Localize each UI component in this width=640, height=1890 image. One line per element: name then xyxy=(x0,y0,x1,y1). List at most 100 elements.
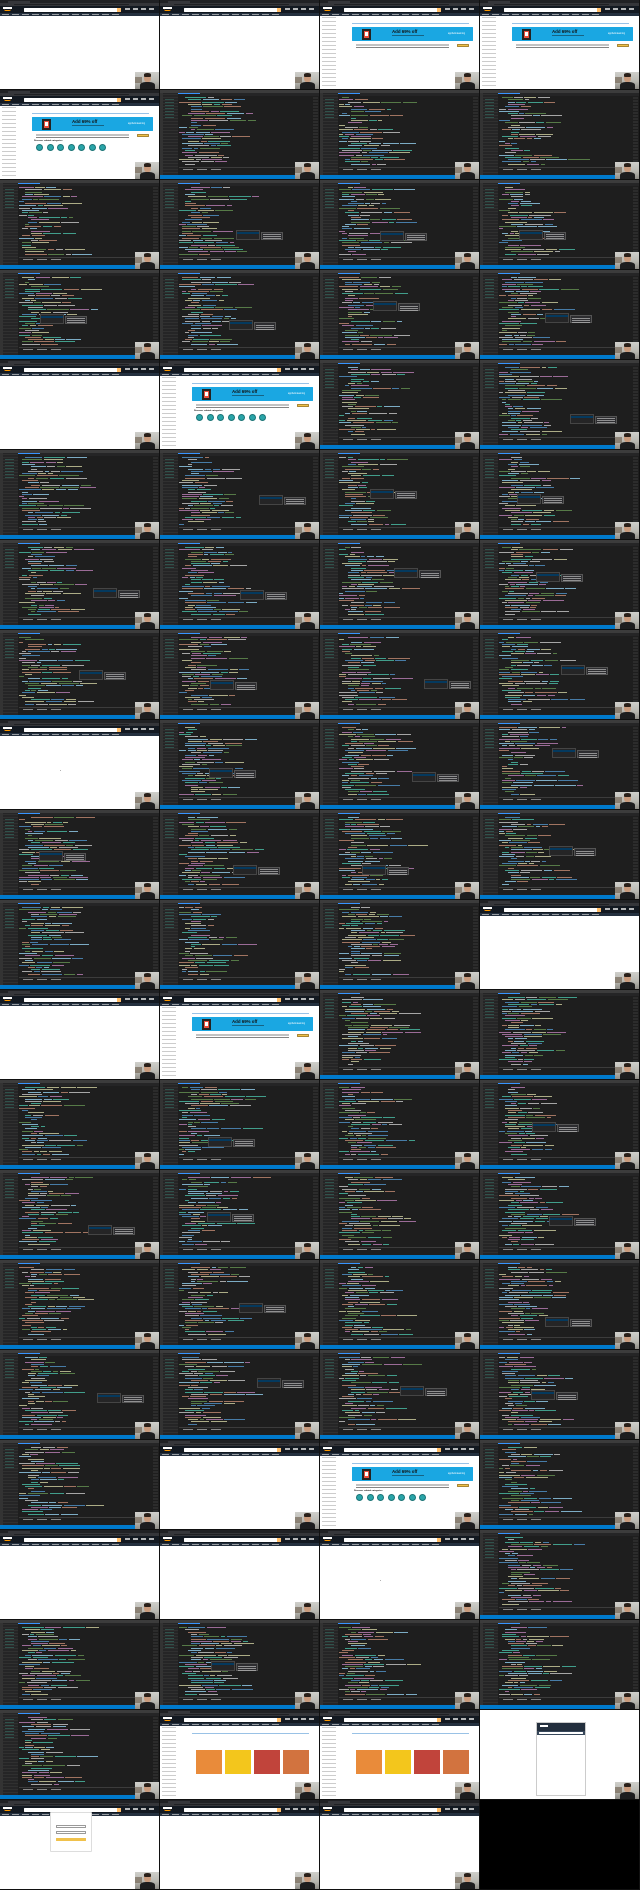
panel-tab-problems[interactable] xyxy=(23,259,33,260)
panel-tab-problems[interactable] xyxy=(23,349,33,350)
minimap[interactable] xyxy=(633,97,638,167)
store-search-input[interactable] xyxy=(24,367,121,372)
account-links[interactable] xyxy=(285,8,315,10)
minimap[interactable] xyxy=(153,1177,158,1247)
minimap[interactable] xyxy=(313,457,318,527)
panel-tab-problems[interactable] xyxy=(343,349,353,350)
editor-tabs[interactable] xyxy=(338,363,479,367)
panel-tab-terminal[interactable] xyxy=(371,709,381,710)
panel-tab-output[interactable] xyxy=(37,619,47,620)
minimap[interactable] xyxy=(153,1267,158,1337)
file-explorer[interactable] xyxy=(323,1173,338,1255)
autocomplete-selected-item[interactable] xyxy=(94,590,117,593)
panel-tab-problems[interactable] xyxy=(343,529,353,530)
minimap[interactable] xyxy=(153,1087,158,1157)
editor-tabs[interactable] xyxy=(178,903,319,907)
panel-tab-problems[interactable] xyxy=(343,979,353,980)
panel-tab-problems[interactable] xyxy=(183,889,193,890)
category-circle[interactable] xyxy=(36,144,43,151)
category-circle[interactable] xyxy=(227,414,235,421)
file-explorer[interactable] xyxy=(3,633,18,715)
minimap[interactable] xyxy=(473,1267,478,1337)
editor-tabs[interactable] xyxy=(18,903,159,907)
code-editor[interactable] xyxy=(499,97,633,167)
promo-banner[interactable]: Add 69% off apphelmlearning xyxy=(32,117,153,131)
editor-tabs[interactable] xyxy=(498,1173,639,1177)
autocomplete-popup[interactable] xyxy=(40,313,65,324)
panel-tab-problems[interactable] xyxy=(343,889,353,890)
panel-tab-terminal[interactable] xyxy=(211,889,221,890)
autocomplete-selected-item[interactable] xyxy=(395,570,418,573)
code-editor[interactable] xyxy=(339,817,473,887)
file-explorer[interactable] xyxy=(163,93,178,175)
autocomplete-popup[interactable] xyxy=(411,771,436,782)
category-circle[interactable] xyxy=(99,144,106,151)
cta-button[interactable] xyxy=(457,44,469,47)
panel-tab-output[interactable] xyxy=(357,259,367,260)
category-circle[interactable] xyxy=(88,144,96,151)
code-editor[interactable] xyxy=(179,1357,313,1427)
panel-tab-output[interactable] xyxy=(197,1249,207,1250)
panel-tab-terminal[interactable] xyxy=(211,1339,221,1340)
panel-tab-problems[interactable] xyxy=(23,1159,33,1160)
category-sidebar[interactable] xyxy=(320,16,342,89)
panel-tab-output[interactable] xyxy=(197,1339,207,1340)
minimap[interactable] xyxy=(313,727,318,797)
editor-tabs[interactable] xyxy=(498,1263,639,1267)
panel-tab-output[interactable] xyxy=(37,709,47,710)
category-circle[interactable] xyxy=(46,144,54,151)
file-explorer[interactable] xyxy=(483,363,498,445)
code-editor[interactable] xyxy=(339,277,473,347)
autocomplete-selected-item[interactable] xyxy=(363,867,386,870)
file-explorer[interactable] xyxy=(323,273,338,355)
editor-tabs[interactable] xyxy=(18,1173,159,1177)
code-editor[interactable] xyxy=(339,907,473,977)
panel-tab-terminal[interactable] xyxy=(51,889,61,890)
autocomplete-selected-item[interactable] xyxy=(425,680,448,683)
category-circle[interactable] xyxy=(67,144,75,151)
autocomplete-selected-item[interactable] xyxy=(40,852,63,855)
panel-tab-terminal[interactable] xyxy=(531,1339,541,1340)
panel-tab-problems[interactable] xyxy=(183,709,193,710)
autocomplete-selected-item[interactable] xyxy=(562,666,585,669)
store-search-input[interactable] xyxy=(24,7,121,12)
code-editor[interactable] xyxy=(179,637,313,707)
minimap[interactable] xyxy=(633,1087,638,1157)
store-search-input[interactable] xyxy=(24,97,121,102)
autocomplete-selected-item[interactable] xyxy=(209,770,232,773)
panel-tab-terminal[interactable] xyxy=(531,1159,541,1160)
panel-tab-output[interactable] xyxy=(517,619,527,620)
panel-tab-output[interactable] xyxy=(197,1159,207,1160)
panel-tab-output[interactable] xyxy=(197,709,207,710)
store-subnav[interactable] xyxy=(0,13,159,16)
minimap[interactable] xyxy=(153,907,158,977)
autocomplete-popup[interactable] xyxy=(88,1224,113,1235)
panel-tab-output[interactable] xyxy=(37,1159,47,1160)
editor-tabs[interactable] xyxy=(498,363,639,367)
autocomplete-popup[interactable] xyxy=(536,571,561,582)
store-search-input[interactable] xyxy=(504,907,601,912)
panel-tab-output[interactable] xyxy=(197,889,207,890)
minimap[interactable] xyxy=(153,1357,158,1427)
store-search-input[interactable] xyxy=(24,997,121,1002)
panel-tab-problems[interactable] xyxy=(23,709,33,710)
autocomplete-selected-item[interactable] xyxy=(234,866,257,869)
category-circle[interactable] xyxy=(206,414,214,421)
file-explorer[interactable] xyxy=(3,1173,18,1255)
file-explorer[interactable] xyxy=(323,723,338,805)
panel-tab-output[interactable] xyxy=(357,169,367,170)
file-explorer[interactable] xyxy=(3,813,18,895)
panel-tab-terminal[interactable] xyxy=(211,709,221,710)
store-subnav[interactable] xyxy=(0,373,159,376)
minimap[interactable] xyxy=(633,817,638,887)
editor-tabs[interactable] xyxy=(338,183,479,187)
panel-tab-output[interactable] xyxy=(517,1339,527,1340)
panel-tab-terminal[interactable] xyxy=(211,169,221,170)
minimap[interactable] xyxy=(633,547,638,617)
panel-tab-terminal[interactable] xyxy=(371,439,381,440)
autocomplete-selected-item[interactable] xyxy=(373,303,396,306)
editor-tabs[interactable] xyxy=(498,93,639,97)
panel-tab-problems[interactable] xyxy=(183,799,193,800)
autocomplete-popup[interactable] xyxy=(229,320,254,331)
panel-tab-terminal[interactable] xyxy=(531,619,541,620)
